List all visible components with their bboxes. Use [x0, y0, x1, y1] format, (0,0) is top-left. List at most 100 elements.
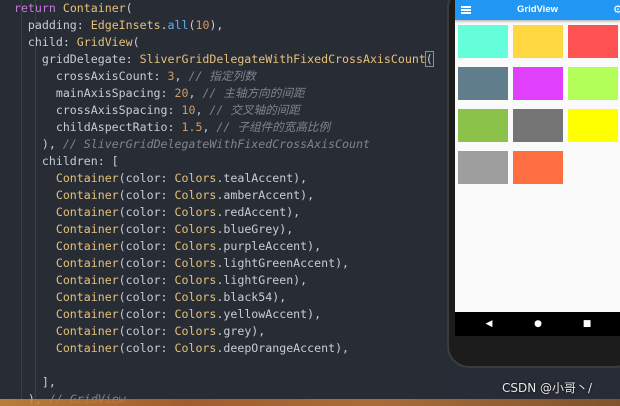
code-token: ,: [174, 69, 189, 83]
code-token: (color:: [118, 222, 175, 236]
code-token: // 交叉轴的间距: [209, 103, 300, 117]
grid-tile: [513, 109, 563, 142]
code-token: .tealAccent),: [216, 171, 308, 185]
code-token: Container: [55, 188, 119, 202]
code-editor[interactable]: return Container( padding: EdgeInsets.al…: [0, 0, 448, 406]
code-token: Colors: [174, 290, 217, 304]
phone-screen: GridView ⚙: [455, 0, 620, 336]
code-token: Colors: [174, 222, 217, 236]
code-line: Container(color: Colors.black54),: [0, 289, 286, 306]
code-line: childAspectRatio: 1.5, // 子组件的宽高比例: [0, 119, 330, 136]
code-line: ],: [0, 374, 56, 391]
code-token: mainAxisSpacing:: [0, 86, 175, 100]
home-button[interactable]: ●: [526, 312, 550, 336]
code-token: return: [13, 1, 56, 15]
code-token: // 指定列数: [188, 69, 256, 83]
code-token: .purpleAccent),: [216, 239, 322, 253]
code-token: .lightGreenAccent),: [216, 256, 350, 270]
code-token: 10: [195, 18, 210, 32]
code-token: 3: [167, 69, 175, 83]
code-token: Colors: [174, 256, 217, 270]
code-token: (color:: [118, 341, 175, 355]
code-token: Colors: [174, 307, 217, 321]
code-token: GridView: [76, 35, 133, 49]
code-token: .yellowAccent),: [216, 307, 322, 321]
code-token: padding:: [0, 18, 91, 32]
code-token: .: [160, 18, 168, 32]
grid-tile: [568, 67, 618, 100]
recents-button[interactable]: ■: [575, 312, 599, 336]
grid-tile: [458, 67, 508, 100]
code-line: Container(color: Colors.amberAccent),: [0, 187, 314, 204]
code-line: crossAxisSpacing: 10, // 交叉轴的间距: [0, 102, 300, 119]
editor-status-strip: [0, 399, 620, 406]
code-token: (: [424, 51, 434, 67]
code-line: crossAxisCount: 3, // 指定列数: [0, 68, 256, 85]
code-line: gridDelegate: SliverGridDelegateWithFixe…: [0, 51, 434, 68]
android-nav-bar: ◀ ● ■: [455, 312, 620, 336]
code-token: ,: [202, 120, 217, 134]
code-token: Container: [55, 324, 119, 338]
code-line: Container(color: Colors.yellowAccent),: [0, 306, 321, 323]
gear-icon[interactable]: ⚙: [613, 4, 620, 15]
code-token: // SliverGridDelegateWithFixedCrossAxisC…: [62, 137, 370, 151]
code-token: Container: [55, 171, 119, 185]
code-token: Container: [55, 256, 119, 270]
code-token: gridDelegate:: [0, 52, 140, 66]
code-token: (color:: [118, 188, 175, 202]
code-token: children: [: [0, 154, 119, 168]
grid-tile: [458, 25, 508, 58]
code-token: ),: [0, 137, 63, 151]
code-token: Container: [62, 1, 126, 15]
code-token: (color:: [118, 239, 175, 253]
code-token: crossAxisSpacing:: [0, 103, 182, 117]
code-token: Colors: [174, 341, 217, 355]
grid-tile: [458, 109, 508, 142]
code-line: Container(color: Colors.lightGreenAccent…: [0, 255, 349, 272]
code-token: .deepOrangeAccent),: [216, 341, 350, 355]
code-token: .lightGreen),: [216, 273, 308, 287]
watermark: CSDN @小哥丶/: [502, 381, 593, 395]
code-token: ),: [209, 18, 224, 32]
code-line: mainAxisSpacing: 20, // 主轴方向的间距: [0, 85, 305, 102]
code-line: Container(color: Colors.redAccent),: [0, 204, 300, 221]
code-token: Container: [55, 341, 119, 355]
code-token: // 主轴方向的间距: [202, 86, 305, 100]
code-token: // 子组件的宽高比例: [216, 120, 331, 134]
code-token: Colors: [174, 205, 217, 219]
code-token: .grey),: [216, 324, 266, 338]
code-line: children: [: [0, 153, 119, 170]
code-token: child:: [0, 35, 77, 49]
code-token: Colors: [174, 324, 217, 338]
code-token: Colors: [174, 171, 217, 185]
app-bar-title: GridView: [516, 4, 558, 15]
grid-tile: [513, 67, 563, 100]
code-token: childAspectRatio:: [0, 120, 182, 134]
code-token: ,: [195, 103, 210, 117]
code-token: Container: [55, 239, 119, 253]
code-token: 10: [181, 103, 196, 117]
code-token: crossAxisCount:: [0, 69, 168, 83]
grid-tile: [513, 25, 563, 58]
code-token: Container: [55, 222, 119, 236]
code-token: (color:: [118, 171, 175, 185]
code-line: Container(color: Colors.purpleAccent),: [0, 238, 321, 255]
back-button[interactable]: ◀: [477, 312, 501, 336]
code-line: child: GridView(: [0, 34, 140, 51]
code-line: Container(color: Colors.deepOrangeAccent…: [0, 340, 349, 357]
code-token: (color:: [118, 273, 175, 287]
code-line: return Container(: [0, 0, 133, 17]
code-token: 20: [174, 86, 189, 100]
code-line: Container(color: Colors.grey),: [0, 323, 265, 340]
code-token: 1.5: [181, 120, 203, 134]
